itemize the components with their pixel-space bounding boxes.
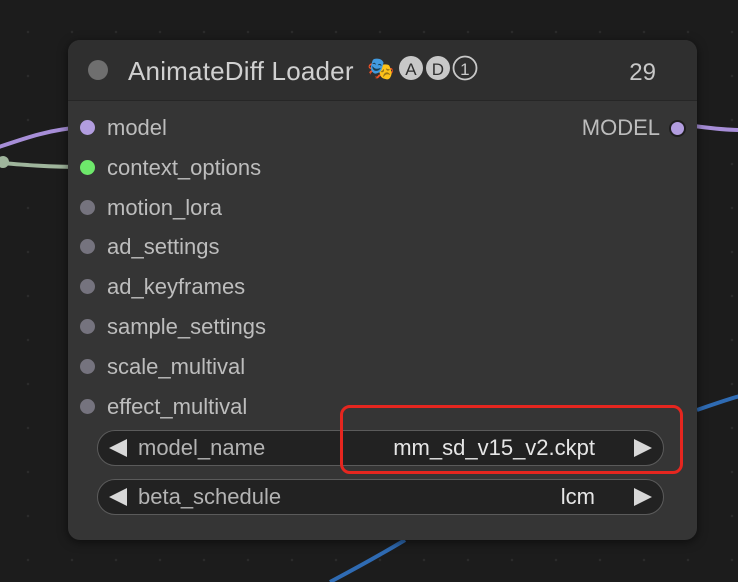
input-slot-ad-keyframes[interactable]: ad_keyframes	[80, 273, 380, 301]
output-slot-model[interactable]: MODEL	[546, 114, 686, 142]
input-dot-motion-lora[interactable]	[80, 200, 95, 215]
model-name-value[interactable]: mm_sd_v15_v2.ckpt	[393, 431, 595, 464]
input-slot-effect-multival[interactable]: effect_multival	[80, 393, 380, 421]
model-name-next-arrow-icon[interactable]	[634, 439, 652, 457]
input-label-model: model	[107, 115, 167, 140]
node-title-text: AnimateDiff Loader	[128, 56, 354, 86]
input-dot-sample-settings[interactable]	[80, 319, 95, 334]
theater-masks-icon: 🎭	[367, 57, 395, 82]
model-name-prev-arrow-icon[interactable]	[109, 439, 127, 457]
background-wire-right	[696, 394, 738, 412]
model-name-combo[interactable]: model_name mm_sd_v15_v2.ckpt	[97, 430, 664, 466]
model-output-wire	[693, 124, 738, 132]
input-label-effect-multival: effect_multival	[107, 394, 248, 419]
collapse-toggle[interactable]	[88, 60, 108, 80]
model-name-label: model_name	[138, 435, 266, 460]
input-label-sample-settings: sample_settings	[107, 314, 266, 339]
input-dot-ad-settings[interactable]	[80, 239, 95, 254]
node-title: AnimateDiff Loader 🎭 A D 1	[128, 54, 483, 89]
input-slot-scale-multival[interactable]: scale_multival	[80, 353, 380, 381]
wire-reroute-point	[0, 156, 9, 168]
input-slot-ad-settings[interactable]: ad_settings	[80, 233, 380, 261]
graph-canvas[interactable]: AnimateDiff Loader 🎭 A D 1 29 model cont…	[0, 0, 738, 582]
output-label-model: MODEL	[581, 115, 660, 140]
input-label-motion-lora: motion_lora	[107, 195, 222, 220]
title-badge: 🎭 A D 1	[367, 54, 483, 89]
input-slot-model[interactable]: model	[80, 114, 380, 142]
beta-schedule-value[interactable]: lcm	[561, 480, 595, 513]
badge-letter-a: A	[405, 60, 417, 79]
animatediff-loader-node[interactable]: AnimateDiff Loader 🎭 A D 1 29 model cont…	[68, 40, 697, 540]
output-dot-model[interactable]	[669, 120, 686, 137]
beta-schedule-label: beta_schedule	[138, 484, 282, 509]
background-wire-bottom	[329, 538, 407, 582]
input-slot-sample-settings[interactable]: sample_settings	[80, 313, 380, 341]
input-slot-context-options[interactable]: context_options	[80, 154, 380, 182]
input-slot-motion-lora[interactable]: motion_lora	[80, 194, 380, 222]
input-dot-scale-multival[interactable]	[80, 359, 95, 374]
badge-letter-d: D	[432, 60, 444, 79]
beta-schedule-next-arrow-icon[interactable]	[634, 488, 652, 506]
input-dot-model[interactable]	[80, 120, 95, 135]
input-dot-ad-keyframes[interactable]	[80, 279, 95, 294]
title-badge-icon: 🎭 A D 1	[367, 55, 478, 82]
badge-number-1: 1	[460, 60, 470, 79]
node-id: 29	[629, 59, 656, 86]
input-label-ad-keyframes: ad_keyframes	[107, 274, 246, 299]
input-label-context-options: context_options	[107, 155, 262, 180]
beta-schedule-combo[interactable]: beta_schedule lcm	[97, 479, 664, 515]
input-label-ad-settings: ad_settings	[107, 234, 220, 259]
beta-schedule-prev-arrow-icon[interactable]	[109, 488, 127, 506]
input-dot-effect-multival[interactable]	[80, 399, 95, 414]
input-label-scale-multival: scale_multival	[107, 354, 246, 379]
input-dot-context-options[interactable]	[80, 160, 95, 175]
node-header[interactable]: AnimateDiff Loader 🎭 A D 1 29	[68, 40, 697, 101]
